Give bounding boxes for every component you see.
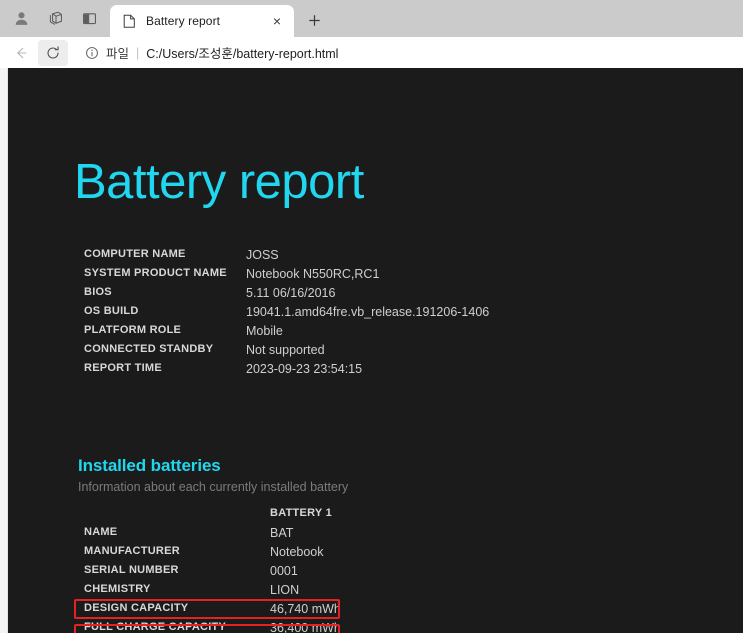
battery-value: LION	[270, 583, 300, 597]
info-circle-icon[interactable]	[84, 45, 99, 60]
navigation-toolbar: 파일 | C:/Users/조성훈/battery-report.html	[0, 37, 743, 68]
battery-value: BAT	[270, 526, 294, 540]
info-value: Mobile	[246, 324, 283, 338]
info-label: OS BUILD	[84, 305, 139, 317]
table-row: COMPUTER NAME JOSS	[84, 248, 489, 267]
tab-strip: Battery report ×	[0, 0, 743, 37]
table-row: MANUFACTURER Notebook	[84, 545, 341, 564]
table-row: NAME BAT	[84, 526, 341, 545]
battery-value: 0001	[270, 564, 298, 578]
url-scheme-label: 파일	[106, 47, 130, 61]
battery-label: DESIGN CAPACITY	[84, 602, 189, 614]
browser-tab[interactable]: Battery report ×	[110, 5, 294, 37]
battery-report-page: Battery report COMPUTER NAME JOSS SYSTEM P…	[8, 68, 743, 633]
new-tab-button[interactable]	[299, 5, 329, 35]
battery-value: 36,400 mWh	[270, 621, 341, 633]
info-value: JOSS	[246, 248, 279, 262]
reload-button[interactable]	[38, 39, 68, 66]
battery-label: MANUFACTURER	[84, 545, 180, 557]
info-value: Not supported	[246, 343, 325, 357]
system-info-table: COMPUTER NAME JOSS SYSTEM PRODUCT NAME Note…	[84, 248, 489, 381]
table-header-row: BATTERY 1	[84, 507, 341, 526]
info-label: PLATFORM ROLE	[84, 324, 182, 336]
installed-batteries-section: Installed batteries Information about ea…	[78, 456, 348, 494]
battery-label: FULL CHARGE CAPACITY	[84, 621, 227, 633]
battery-column-header: BATTERY 1	[270, 507, 332, 519]
empty-corner-cell	[84, 507, 270, 526]
url-text[interactable]: C:/Users/조성훈/battery-report.html	[146, 43, 338, 62]
table-row: FULL CHARGE CAPACITY 36,400 mWh	[84, 621, 341, 633]
table-row: OS BUILD 19041.1.amd64fre.vb_release.1912…	[84, 305, 489, 324]
battery-label: CHEMISTRY	[84, 583, 151, 595]
table-row: SYSTEM PRODUCT NAME Notebook N550RC,RC1	[84, 267, 489, 286]
close-icon[interactable]: ×	[268, 12, 286, 30]
info-value: 5.11 06/16/2016	[246, 286, 336, 300]
page-title: Battery report	[74, 155, 364, 209]
section-heading: Installed batteries	[78, 456, 221, 475]
document-icon	[121, 13, 137, 29]
info-label: REPORT TIME	[84, 362, 162, 374]
info-value: 19041.1.amd64fre.vb_release.191206-1406	[246, 305, 490, 319]
table-row: CONNECTED STANDBY Not supported	[84, 343, 489, 362]
table-row: CHEMISTRY LION	[84, 583, 341, 602]
tab-title: Battery report	[146, 14, 221, 28]
battery-value: 46,740 mWh	[270, 602, 341, 616]
browser-window: Battery report × 파일 | C:/Users/조성훈/batte…	[0, 0, 743, 633]
table-row: PLATFORM ROLE Mobile	[84, 324, 489, 343]
back-button[interactable]	[6, 40, 36, 66]
info-label: SYSTEM PRODUCT NAME	[84, 267, 227, 279]
info-label: CONNECTED STANDBY	[84, 343, 214, 355]
url-separator: |	[136, 45, 140, 60]
info-value: Notebook N550RC,RC1	[246, 267, 380, 281]
info-label: BIOS	[84, 286, 112, 298]
table-row: BIOS 5.11 06/16/2016	[84, 286, 489, 305]
collections-icon[interactable]	[38, 2, 72, 35]
info-label: COMPUTER NAME	[84, 248, 186, 260]
address-bar[interactable]: 파일 | C:/Users/조성훈/battery-report.html	[74, 39, 737, 66]
battery-info-table: BATTERY 1 NAME BAT MANUFACTURER Notebook SERI…	[84, 507, 341, 633]
battery-label: NAME	[84, 526, 118, 538]
page-viewport: Battery report COMPUTER NAME JOSS SYSTEM P…	[0, 68, 743, 633]
battery-value: Notebook	[270, 545, 324, 559]
battery-label: SERIAL NUMBER	[84, 564, 179, 576]
split-screen-icon[interactable]	[72, 2, 106, 35]
window-left-gutter	[0, 68, 8, 633]
profile-icon[interactable]	[4, 2, 38, 35]
table-row: SERIAL NUMBER 0001	[84, 564, 341, 583]
section-subtitle: Information about each currently install…	[78, 480, 349, 494]
table-row: DESIGN CAPACITY 46,740 mWh	[84, 602, 341, 621]
info-value: 2023-09-23 23:54:15	[246, 362, 363, 376]
table-row: REPORT TIME 2023-09-23 23:54:15	[84, 362, 489, 381]
